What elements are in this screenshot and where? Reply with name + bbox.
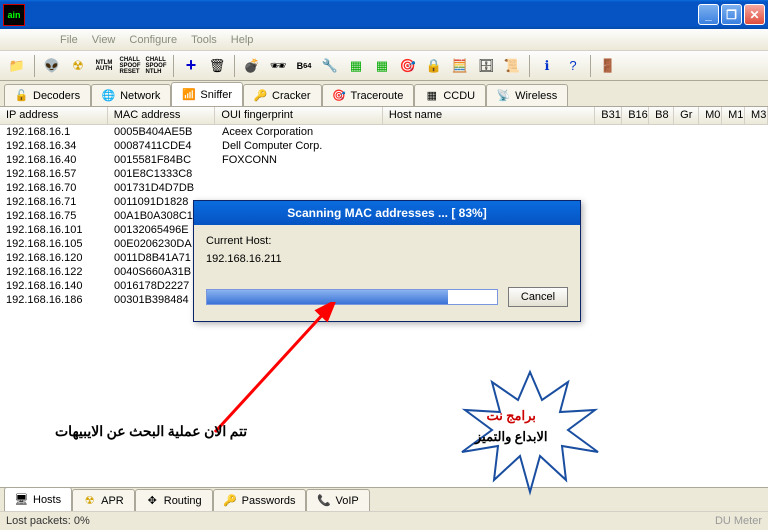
maximize-button[interactable]: ❐ — [721, 4, 742, 25]
tab-label: Network — [120, 90, 160, 102]
dialog-label: Current Host: — [206, 235, 568, 247]
titlebar: ain _ ❐ ✕ — [0, 0, 768, 29]
sniffer-icon: 📶 — [182, 88, 195, 101]
tab-cracker[interactable]: 🔑 Cracker — [243, 84, 322, 106]
col-oui[interactable]: OUI fingerprint — [215, 107, 383, 124]
col-m3[interactable]: M3 — [745, 107, 768, 124]
tab-traceroute[interactable]: 🎯 Traceroute — [322, 84, 415, 106]
voip-icon: 📞 — [317, 494, 330, 507]
passwords-icon: 🔑 — [224, 494, 237, 507]
app-icon: ain — [3, 4, 25, 26]
table-row[interactable]: 192.168.16.70001731D4D7DB — [0, 181, 768, 195]
col-b16[interactable]: B16 — [622, 107, 649, 124]
progress-bar — [206, 289, 498, 305]
annotation-search-text: تتم الان عملية البحث عن الايبيهات — [55, 422, 247, 443]
chip2-icon[interactable]: ▦ — [371, 55, 393, 77]
exit-icon[interactable]: 🚪 — [597, 55, 619, 77]
db-icon[interactable]: 🗄 — [475, 55, 497, 77]
menu-configure[interactable]: Configure — [129, 34, 177, 46]
tab-label: Traceroute — [351, 90, 404, 102]
status-lost: Lost packets: 0% — [6, 515, 90, 527]
tab-decoders[interactable]: 🔓 Decoders — [4, 84, 91, 106]
ntlm-icon[interactable]: NTLMAUTH — [93, 55, 115, 77]
table-row[interactable]: 192.168.16.10005B404AE5BAceex Corporatio… — [0, 125, 768, 139]
delete-icon[interactable]: 🗑 — [206, 55, 228, 77]
col-m0[interactable]: M0 — [699, 107, 722, 124]
help-icon[interactable]: ? — [562, 55, 584, 77]
annotation-star-text: برامج نت الابداع والتميز — [475, 406, 547, 448]
key-icon: 🔑 — [254, 89, 267, 102]
decoder-icon: 🔓 — [15, 89, 28, 102]
tab-hosts[interactable]: 🖥Hosts — [4, 487, 72, 511]
tab-label: Sniffer — [200, 89, 232, 101]
menu-file[interactable]: File — [60, 34, 78, 46]
table-row[interactable]: 192.168.16.3400087411CDE4Dell Computer C… — [0, 139, 768, 153]
chall-spoof-icon[interactable]: CHALLSPOOFRESET — [119, 55, 141, 77]
col-mac[interactable]: MAC address — [108, 107, 216, 124]
menu-tools[interactable]: Tools — [191, 34, 217, 46]
table-row[interactable]: 192.168.16.57001E8C1333C8 — [0, 167, 768, 181]
route-icon: 🎯 — [333, 89, 346, 102]
scan-dialog: Scanning MAC addresses ... [ 83%] Curren… — [193, 200, 581, 322]
main-tabs: 🔓 Decoders 🌐 Network 📶 Sniffer 🔑 Cracker 🎯 Tr… — [0, 81, 768, 107]
tab-routing[interactable]: ✥Routing — [135, 489, 213, 511]
b64-icon[interactable]: B64 — [293, 55, 315, 77]
info-icon[interactable]: ℹ — [536, 55, 558, 77]
menu-view[interactable]: View — [92, 34, 116, 46]
tab-label: Cracker — [272, 90, 311, 102]
tab-wireless[interactable]: 📡 Wireless — [486, 84, 568, 106]
cert-icon[interactable]: 📜 — [501, 55, 523, 77]
tab-network[interactable]: 🌐 Network — [91, 84, 171, 106]
globe-icon: 🌐 — [102, 89, 115, 102]
col-m1[interactable]: M1 — [722, 107, 745, 124]
tab-label: Wireless — [515, 90, 557, 102]
apr-icon: ☢ — [83, 494, 96, 507]
col-b31[interactable]: B31 — [595, 107, 622, 124]
col-b8[interactable]: B8 — [649, 107, 674, 124]
table-row[interactable]: 192.168.16.400015581F84BCFOXCONN — [0, 153, 768, 167]
sprite-icon[interactable]: 👽 — [41, 55, 63, 77]
tab-label: Decoders — [33, 90, 80, 102]
bottom-tabs: 🖥Hosts ☢APR ✥Routing 🔑Passwords 📞VoIP — [0, 487, 768, 511]
tab-apr[interactable]: ☢APR — [72, 489, 135, 511]
dialog-title: Scanning MAC addresses ... [ 83%] — [194, 201, 580, 225]
close-button[interactable]: ✕ — [744, 4, 765, 25]
list-header: IP address MAC address OUI fingerprint H… — [0, 107, 768, 125]
status-dumeter: DU Meter — [715, 515, 762, 527]
target-icon[interactable]: 🎯 — [397, 55, 419, 77]
lock-icon[interactable]: 🔒 — [423, 55, 445, 77]
chall-ntlm-icon[interactable]: CHALLSPOOFNTLH — [145, 55, 167, 77]
tab-ccdu[interactable]: ▦ CCDU — [414, 84, 486, 106]
dialog-current-host: 192.168.16.211 — [206, 253, 568, 265]
mask-icon[interactable]: 🕶 — [267, 55, 289, 77]
ccdu-icon: ▦ — [425, 89, 438, 102]
routing-icon: ✥ — [146, 494, 159, 507]
statusbar: Lost packets: 0% DU Meter — [0, 511, 768, 530]
tab-sniffer[interactable]: 📶 Sniffer — [171, 82, 243, 106]
hosts-icon: 🖥 — [15, 493, 28, 506]
col-gr[interactable]: Gr — [674, 107, 699, 124]
col-host[interactable]: Host name — [383, 107, 595, 124]
chip1-icon[interactable]: ▦ — [345, 55, 367, 77]
open-icon[interactable]: 📁 — [6, 55, 28, 77]
cancel-button[interactable]: Cancel — [508, 287, 568, 307]
add-icon[interactable]: + — [180, 55, 202, 77]
menu-help[interactable]: Help — [231, 34, 254, 46]
wireless-icon: 📡 — [497, 89, 510, 102]
tab-label: CCDU — [443, 90, 475, 102]
tab-passwords[interactable]: 🔑Passwords — [213, 489, 307, 511]
toolbar: 📁 👽 ☢ NTLMAUTH CHALLSPOOFRESET CHALLSPOO… — [0, 51, 768, 81]
menubar: File View Configure Tools Help — [0, 29, 768, 51]
col-ip[interactable]: IP address — [0, 107, 108, 124]
minimize-button[interactable]: _ — [698, 4, 719, 25]
calc-icon[interactable]: 🧮 — [449, 55, 471, 77]
bomb-icon[interactable]: 💣 — [241, 55, 263, 77]
tab-voip[interactable]: 📞VoIP — [306, 489, 369, 511]
wrench-icon[interactable]: 🔧 — [319, 55, 341, 77]
radioactive-icon[interactable]: ☢ — [67, 55, 89, 77]
